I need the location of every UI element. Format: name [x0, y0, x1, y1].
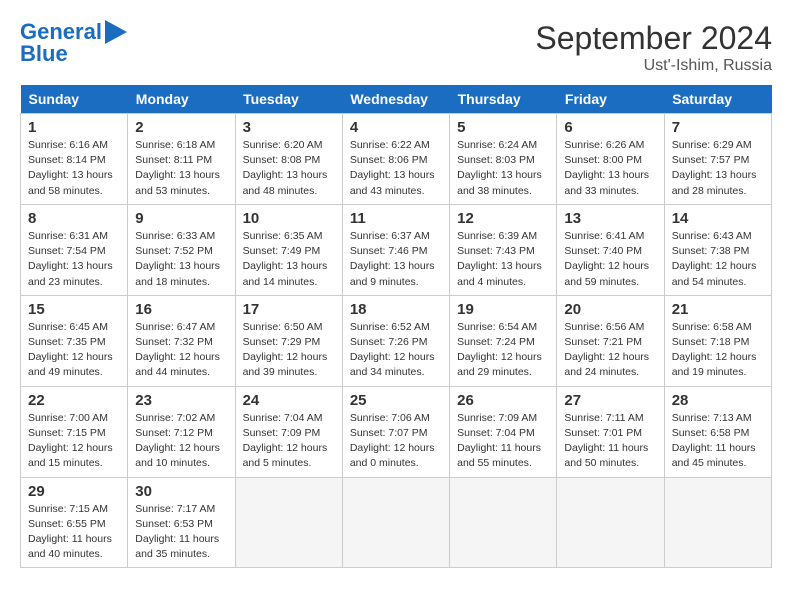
table-row: 22 Sunrise: 7:00 AM Sunset: 7:15 PM Dayl… — [21, 386, 128, 477]
empty-cell — [235, 477, 342, 568]
month-title: September 2024 — [535, 20, 772, 57]
empty-cell — [342, 477, 449, 568]
header-friday: Friday — [557, 85, 664, 114]
table-row: 9 Sunrise: 6:33 AM Sunset: 7:52 PM Dayli… — [128, 204, 235, 295]
empty-cell — [557, 477, 664, 568]
calendar-row: 1 Sunrise: 6:16 AM Sunset: 8:14 PM Dayli… — [21, 114, 772, 205]
table-row: 15 Sunrise: 6:45 AM Sunset: 7:35 PM Dayl… — [21, 295, 128, 386]
logo-text-blue: Blue — [20, 42, 68, 66]
table-row: 26 Sunrise: 7:09 AM Sunset: 7:04 PM Dayl… — [450, 386, 557, 477]
table-row: 28 Sunrise: 7:13 AM Sunset: 6:58 PM Dayl… — [664, 386, 771, 477]
table-row: 13 Sunrise: 6:41 AM Sunset: 7:40 PM Dayl… — [557, 204, 664, 295]
table-row: 21 Sunrise: 6:58 AM Sunset: 7:18 PM Dayl… — [664, 295, 771, 386]
table-row: 10 Sunrise: 6:35 AM Sunset: 7:49 PM Dayl… — [235, 204, 342, 295]
calendar-header-row: Sunday Monday Tuesday Wednesday Thursday… — [21, 85, 772, 114]
logo-arrow-icon — [105, 20, 127, 44]
empty-cell — [664, 477, 771, 568]
header-monday: Monday — [128, 85, 235, 114]
table-row: 24 Sunrise: 7:04 AM Sunset: 7:09 PM Dayl… — [235, 386, 342, 477]
header-tuesday: Tuesday — [235, 85, 342, 114]
table-row: 17 Sunrise: 6:50 AM Sunset: 7:29 PM Dayl… — [235, 295, 342, 386]
table-row: 11 Sunrise: 6:37 AM Sunset: 7:46 PM Dayl… — [342, 204, 449, 295]
table-row: 2 Sunrise: 6:18 AM Sunset: 8:11 PM Dayli… — [128, 114, 235, 205]
calendar-row: 15 Sunrise: 6:45 AM Sunset: 7:35 PM Dayl… — [21, 295, 772, 386]
table-row: 3 Sunrise: 6:20 AM Sunset: 8:08 PM Dayli… — [235, 114, 342, 205]
calendar-row: 29 Sunrise: 7:15 AM Sunset: 6:55 PM Dayl… — [21, 477, 772, 568]
table-row: 25 Sunrise: 7:06 AM Sunset: 7:07 PM Dayl… — [342, 386, 449, 477]
table-row: 30 Sunrise: 7:17 AM Sunset: 6:53 PM Dayl… — [128, 477, 235, 568]
calendar-table: Sunday Monday Tuesday Wednesday Thursday… — [20, 85, 772, 568]
location: Ust'-Ishim, Russia — [535, 57, 772, 75]
header-thursday: Thursday — [450, 85, 557, 114]
page-header: General Blue September 2024 Ust'-Ishim, … — [20, 20, 772, 75]
table-row: 6 Sunrise: 6:26 AM Sunset: 8:00 PM Dayli… — [557, 114, 664, 205]
table-row: 4 Sunrise: 6:22 AM Sunset: 8:06 PM Dayli… — [342, 114, 449, 205]
calendar-row: 8 Sunrise: 6:31 AM Sunset: 7:54 PM Dayli… — [21, 204, 772, 295]
table-row: 5 Sunrise: 6:24 AM Sunset: 8:03 PM Dayli… — [450, 114, 557, 205]
table-row: 23 Sunrise: 7:02 AM Sunset: 7:12 PM Dayl… — [128, 386, 235, 477]
header-sunday: Sunday — [21, 85, 128, 114]
table-row: 19 Sunrise: 6:54 AM Sunset: 7:24 PM Dayl… — [450, 295, 557, 386]
table-row: 12 Sunrise: 6:39 AM Sunset: 7:43 PM Dayl… — [450, 204, 557, 295]
table-row: 29 Sunrise: 7:15 AM Sunset: 6:55 PM Dayl… — [21, 477, 128, 568]
table-row: 8 Sunrise: 6:31 AM Sunset: 7:54 PM Dayli… — [21, 204, 128, 295]
empty-cell — [450, 477, 557, 568]
table-row: 20 Sunrise: 6:56 AM Sunset: 7:21 PM Dayl… — [557, 295, 664, 386]
table-row: 14 Sunrise: 6:43 AM Sunset: 7:38 PM Dayl… — [664, 204, 771, 295]
table-row: 1 Sunrise: 6:16 AM Sunset: 8:14 PM Dayli… — [21, 114, 128, 205]
table-row: 27 Sunrise: 7:11 AM Sunset: 7:01 PM Dayl… — [557, 386, 664, 477]
header-saturday: Saturday — [664, 85, 771, 114]
logo: General Blue — [20, 20, 127, 66]
header-wednesday: Wednesday — [342, 85, 449, 114]
calendar-row: 22 Sunrise: 7:00 AM Sunset: 7:15 PM Dayl… — [21, 386, 772, 477]
table-row: 18 Sunrise: 6:52 AM Sunset: 7:26 PM Dayl… — [342, 295, 449, 386]
title-block: September 2024 Ust'-Ishim, Russia — [535, 20, 772, 75]
table-row: 7 Sunrise: 6:29 AM Sunset: 7:57 PM Dayli… — [664, 114, 771, 205]
table-row: 16 Sunrise: 6:47 AM Sunset: 7:32 PM Dayl… — [128, 295, 235, 386]
